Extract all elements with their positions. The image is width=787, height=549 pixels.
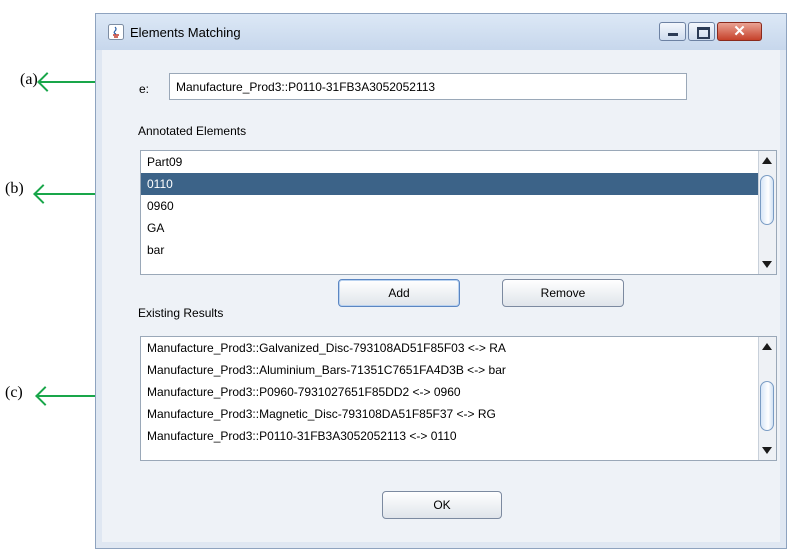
list-item[interactable]: Part09 — [141, 151, 776, 173]
minimize-button[interactable] — [659, 22, 686, 41]
scroll-down-icon[interactable] — [762, 261, 772, 268]
arrowhead-c-icon — [35, 386, 55, 406]
annotated-elements-list[interactable]: Part09 0110 0960 GA bar — [140, 150, 777, 275]
minimize-icon — [668, 33, 678, 36]
annotated-elements-label: Annotated Elements — [138, 124, 247, 138]
arrowhead-b-icon — [33, 184, 53, 204]
results-scrollbar[interactable] — [758, 337, 776, 460]
close-icon: ✕ — [733, 23, 746, 40]
list-item[interactable]: bar — [141, 239, 776, 261]
scroll-up-icon[interactable] — [762, 157, 772, 164]
dialog-content: e: Annotated Elements Part09 0110 0960 G… — [102, 50, 780, 542]
scroll-up-icon[interactable] — [762, 343, 772, 350]
window-title: Elements Matching — [130, 25, 241, 40]
remove-button[interactable]: Remove — [502, 279, 624, 307]
annotation-c: (c) — [5, 384, 23, 401]
list-item[interactable]: GA — [141, 217, 776, 239]
ok-button[interactable]: OK — [382, 491, 502, 519]
maximize-icon — [697, 27, 710, 39]
scroll-down-icon[interactable] — [762, 447, 772, 454]
maximize-button[interactable] — [688, 22, 715, 41]
existing-results-list[interactable]: Manufacture_Prod3::Galvanized_Disc-79310… — [140, 336, 777, 461]
result-row[interactable]: Manufacture_Prod3::P0110-31FB3A305205211… — [141, 425, 776, 447]
result-row[interactable]: Manufacture_Prod3::Magnetic_Disc-793108D… — [141, 403, 776, 425]
list-item[interactable]: 0960 — [141, 195, 776, 217]
annotation-a: (a) — [20, 71, 38, 88]
add-button[interactable]: Add — [338, 279, 460, 307]
result-row[interactable]: Manufacture_Prod3::Galvanized_Disc-79310… — [141, 337, 776, 359]
list-item-selected[interactable]: 0110 — [141, 173, 776, 195]
scroll-thumb[interactable] — [760, 381, 774, 431]
close-button[interactable]: ✕ — [717, 22, 762, 41]
arrowhead-a-icon — [37, 72, 57, 92]
result-row[interactable]: Manufacture_Prod3::P0960-7931027651F85DD… — [141, 381, 776, 403]
element-label: e: — [139, 82, 150, 96]
title-bar[interactable]: Elements Matching ✕ — [96, 14, 786, 50]
annotated-scrollbar[interactable] — [758, 151, 776, 274]
scroll-thumb[interactable] — [760, 175, 774, 225]
elements-matching-dialog: Elements Matching ✕ e: Annotated Element… — [95, 13, 787, 549]
existing-results-label: Existing Results — [138, 306, 224, 320]
annotation-b: (b) — [5, 180, 24, 197]
java-icon — [108, 24, 124, 40]
element-field[interactable] — [169, 73, 687, 100]
result-row[interactable]: Manufacture_Prod3::Aluminium_Bars-71351C… — [141, 359, 776, 381]
